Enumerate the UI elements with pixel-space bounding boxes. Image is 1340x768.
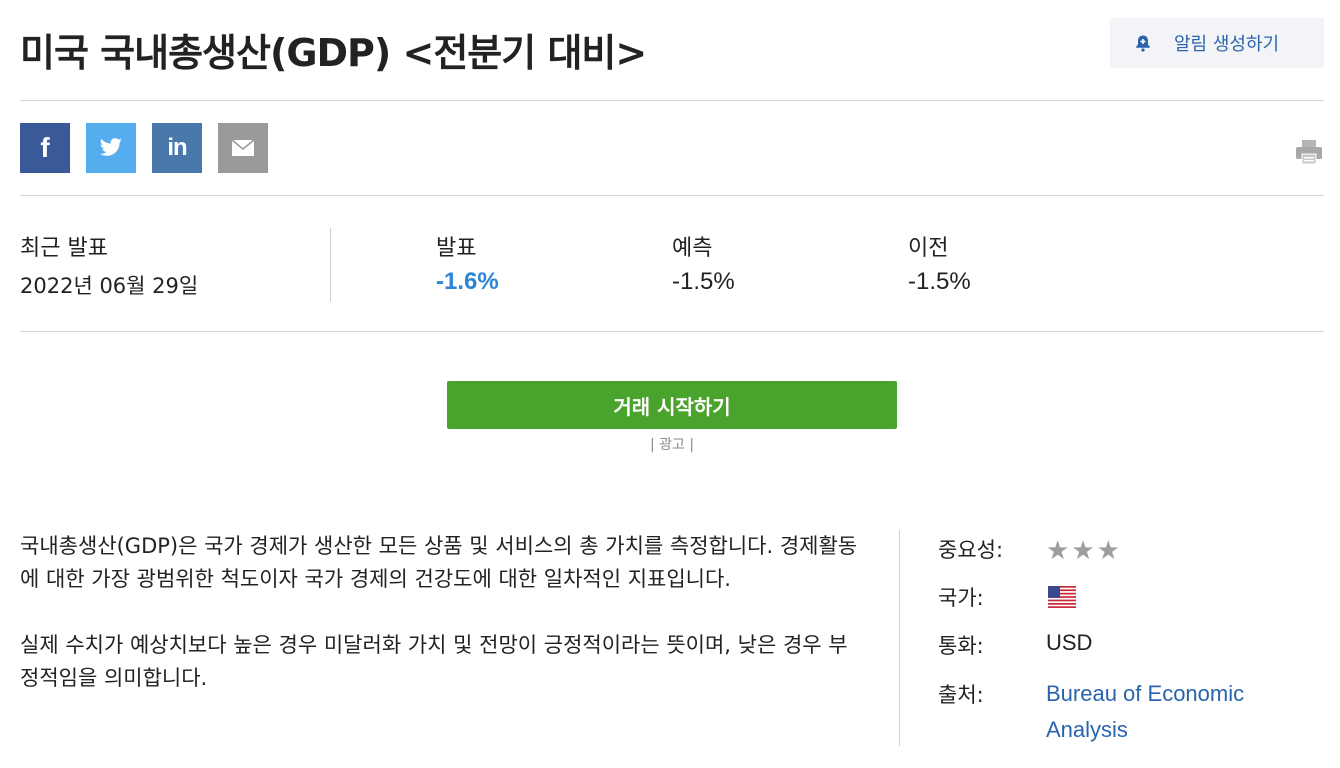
actual-label: 발표 xyxy=(436,236,477,261)
email-share-button[interactable] xyxy=(218,123,268,173)
twitter-icon xyxy=(99,138,122,156)
forecast-label: 예측 xyxy=(672,236,713,261)
previous-value: -1.5% xyxy=(908,268,971,295)
importance-label: 중요성: xyxy=(938,538,1004,562)
latest-release-label: 최근 발표 xyxy=(20,236,108,261)
start-trading-button[interactable]: 거래 시작하기 xyxy=(447,381,897,429)
description-paragraph: 실제 수치가 예상치보다 높은 경우 미달러화 가치 및 전망이 긍정적이라는 … xyxy=(20,633,848,690)
email-icon xyxy=(231,139,255,156)
star-icon: ★ xyxy=(1046,536,1070,566)
create-alert-button[interactable]: 알림 생성하기 xyxy=(1110,18,1324,68)
latest-release-date: 2022년 06월 29일 xyxy=(20,274,199,298)
twitter-share-button[interactable] xyxy=(86,123,136,173)
ad-label: | 광고 | xyxy=(649,437,695,453)
indicator-description: 국내총생산(GDP)은 국가 경제가 생산한 모든 상품 및 서비스의 총 가치… xyxy=(20,530,860,695)
us-flag-icon xyxy=(1048,586,1076,608)
star-icon: ★ xyxy=(1071,536,1095,566)
actual-value: -1.6% xyxy=(436,268,499,295)
divider xyxy=(20,100,1324,101)
release-summary: 최근 발표 2022년 06월 29일 발표 -1.6% 예측 -1.5% 이전… xyxy=(20,228,1324,302)
share-toolbar: f in xyxy=(20,123,1324,173)
description-paragraph: 국내총생산(GDP)은 국가 경제가 생산한 모든 상품 및 서비스의 총 가치… xyxy=(20,534,858,591)
importance-rating: ★ ★ ★ xyxy=(1046,538,1120,564)
divider xyxy=(20,331,1324,332)
previous-label: 이전 xyxy=(908,236,949,261)
star-icon: ★ xyxy=(1096,536,1120,566)
header: 미국 국내총생산(GDP) <전분기 대비> 알림 생성하기 xyxy=(20,18,1324,75)
bell-icon xyxy=(1136,35,1150,52)
info-divider xyxy=(899,530,900,746)
source-label: 출처: xyxy=(938,683,984,707)
facebook-icon: f xyxy=(40,132,50,163)
currency-value: USD xyxy=(1046,630,1093,655)
print-icon[interactable] xyxy=(1294,137,1324,167)
linkedin-share-button[interactable]: in xyxy=(152,123,202,173)
country-label: 국가: xyxy=(938,586,984,610)
divider xyxy=(20,195,1324,196)
linkedin-icon: in xyxy=(167,134,187,161)
facebook-share-button[interactable]: f xyxy=(20,123,70,173)
release-divider xyxy=(330,228,331,302)
create-alert-label: 알림 생성하기 xyxy=(1174,34,1280,55)
forecast-value: -1.5% xyxy=(672,268,735,295)
page-title: 미국 국내총생산(GDP) <전분기 대비> xyxy=(20,31,647,75)
source-link[interactable]: Bureau of Economic Analysis xyxy=(1046,676,1306,748)
currency-label: 통화: xyxy=(938,634,984,658)
